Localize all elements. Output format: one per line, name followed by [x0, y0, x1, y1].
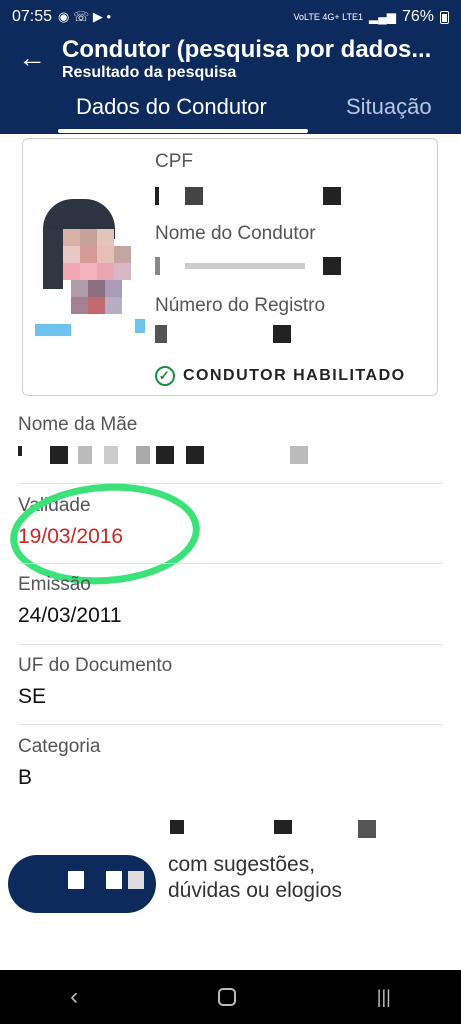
battery-text: 76%	[401, 8, 434, 25]
battery-icon	[440, 10, 449, 24]
nome-mae-redacted	[18, 446, 443, 468]
back-arrow-icon[interactable]: ←	[18, 44, 46, 72]
categoria-label: Categoria	[18, 736, 101, 757]
registro-value-redacted	[155, 325, 355, 343]
cpf-value-redacted	[155, 187, 355, 205]
tab-situacao[interactable]: Situação	[346, 94, 432, 120]
status-bar: 07:55 ◉ ☏ ▶ • VoLTE 4G+ LTE1 ▂▄▆ 76%	[0, 0, 461, 34]
field-uf-documento: UF do Documento SE	[18, 655, 443, 709]
uf-value: SE	[18, 685, 47, 708]
field-categoria: Categoria B	[18, 736, 443, 790]
uf-label: UF do Documento	[18, 655, 173, 676]
divider	[18, 563, 443, 564]
emissao-label: Emissão	[18, 574, 91, 595]
emissao-value: 24/03/2011	[18, 604, 122, 627]
redacted-text	[170, 820, 380, 840]
clock: 07:55	[12, 8, 53, 25]
registro-label: Número do Registro	[155, 295, 326, 316]
cpf-label: CPF	[155, 151, 193, 172]
feedback-text: com sugestões, dúvidas ou elogios	[168, 852, 342, 904]
tab-dados-condutor[interactable]: Dados do Condutor	[76, 94, 267, 120]
check-circle-icon: ✓	[155, 366, 175, 386]
page-title: Condutor (pesquisa por dados...	[62, 36, 432, 63]
feedback-button[interactable]	[8, 855, 156, 913]
app-header: ← Condutor (pesquisa por dados... Result…	[0, 34, 461, 134]
categoria-value: B	[18, 766, 33, 789]
field-nome-mae: Nome da Mãe	[18, 414, 443, 468]
feedback-line-1: com sugestões,	[168, 853, 316, 876]
divider	[18, 483, 443, 484]
driver-card: CPF Nome do Condutor Número do Registro …	[22, 138, 438, 396]
status-text: CONDUTOR HABILITADO	[183, 367, 406, 384]
field-emissao: Emissão 24/03/2011	[18, 574, 443, 628]
status-badge: ✓ CONDUTOR HABILITADO	[155, 366, 406, 386]
page-subtitle: Resultado da pesquisa	[62, 64, 237, 81]
notification-icons: ◉ ☏ ▶ •	[58, 9, 112, 24]
nav-back-icon[interactable]: ‹	[70, 983, 78, 1011]
network-indicator: VoLTE 4G+ LTE1	[293, 11, 363, 22]
driver-name-redacted	[155, 257, 355, 275]
signal-icon: ▂▄▆	[369, 10, 396, 24]
divider	[18, 644, 443, 645]
active-tab-indicator	[58, 129, 308, 133]
nav-recents-icon[interactable]: |||	[377, 987, 391, 1008]
driver-name-label: Nome do Condutor	[155, 223, 316, 244]
system-nav-bar: ‹ |||	[0, 970, 461, 1024]
nome-mae-label: Nome da Mãe	[18, 414, 138, 435]
nav-home-icon[interactable]	[218, 988, 237, 1006]
divider	[18, 724, 443, 725]
driver-photo	[35, 199, 145, 339]
feedback-line-2: dúvidas ou elogios	[168, 879, 342, 902]
